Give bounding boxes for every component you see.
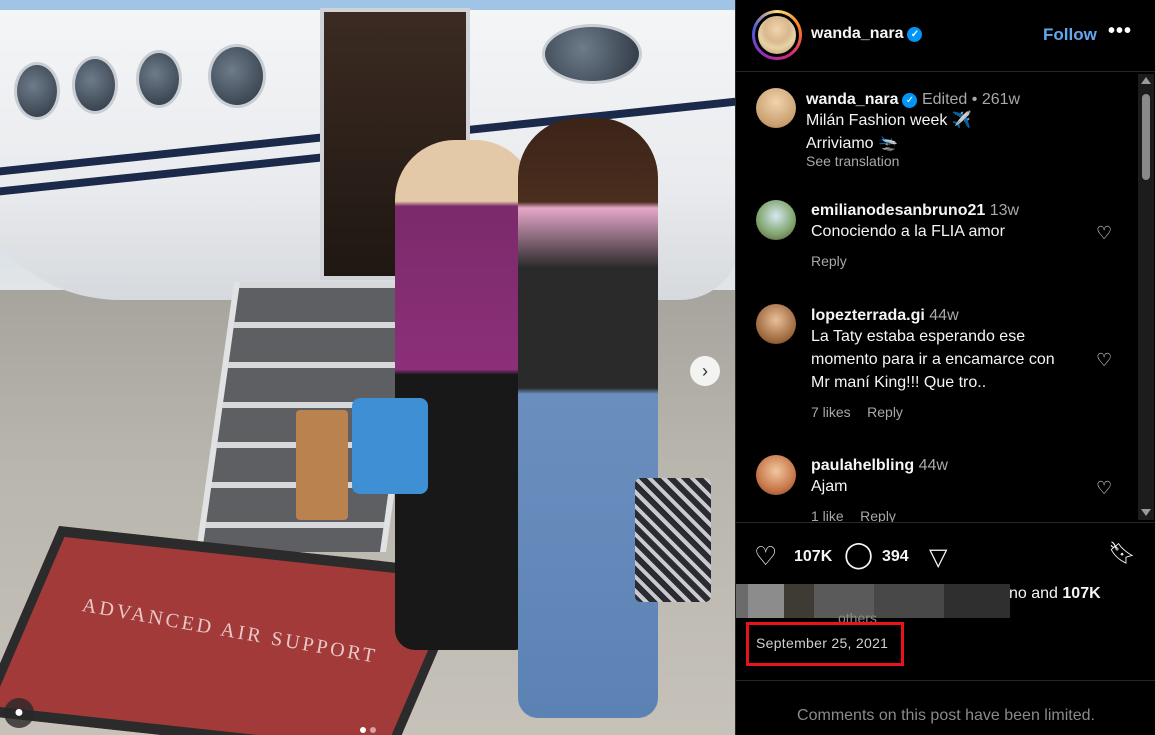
comment-text: Mr maní King!!! Que tro.. — [811, 374, 987, 391]
comment-count: 394 — [882, 548, 909, 565]
post-header: wanda_nara ✓ Follow ••• — [736, 0, 1155, 72]
comment-text: Ajam — [811, 478, 848, 495]
post-photo[interactable]: 'T ADVANCED AIR SUPPORT › ● — [0, 0, 735, 735]
caption-line: Milán Fashion week ✈️ — [806, 112, 972, 129]
jet-window — [72, 56, 118, 114]
more-options-icon[interactable]: ••• — [1108, 20, 1132, 43]
edited-label: Edited — [921, 91, 968, 108]
caption: wanda_nara ✓ Edited • 261w Milán Fashion … — [806, 91, 1020, 169]
jet-window — [542, 24, 642, 84]
scroll-up-icon[interactable] — [1141, 77, 1151, 84]
avatar[interactable] — [756, 88, 796, 128]
comments-list[interactable]: wanda_nara ✓ Edited • 261w Milán Fashion … — [736, 72, 1141, 522]
liked-by-text[interactable]: no and 107K — [1009, 585, 1101, 603]
caption-age: 261w — [981, 91, 1021, 108]
comment-text: momento para ir a encamarce con — [811, 351, 1055, 368]
comment-text: Conociendo a la FLIA amor — [811, 223, 1005, 240]
blurred-region — [784, 584, 814, 618]
post-date[interactable]: September 25, 2021 — [756, 635, 888, 651]
liked-by-suffix: no and — [1009, 585, 1058, 602]
comment-icon[interactable]: ◯ — [844, 539, 873, 570]
avatar[interactable] — [756, 455, 796, 495]
person-right — [518, 118, 658, 718]
patterned-bag — [635, 478, 711, 602]
comment: lopezterrada.gi 44w La Taty estaba esper… — [811, 307, 1055, 422]
scroll-down-icon[interactable] — [1141, 509, 1151, 516]
avatar[interactable] — [755, 13, 799, 57]
heart-icon[interactable]: ♡ — [1096, 478, 1112, 499]
comment-age: 13w — [989, 202, 1020, 219]
reply-button[interactable]: Reply — [867, 404, 903, 420]
blurred-region — [944, 584, 1010, 618]
blurred-region — [748, 584, 784, 618]
carousel-dot — [369, 727, 376, 733]
comment-username[interactable]: lopezterrada.gi — [811, 307, 925, 324]
chevron-right-icon: › — [702, 361, 708, 381]
avatar[interactable] — [756, 200, 796, 240]
jet-window — [14, 62, 60, 120]
comment-likes[interactable]: 7 likes — [811, 404, 851, 420]
next-photo-button[interactable]: › — [690, 356, 720, 386]
user-icon: ● — [14, 704, 24, 721]
avatar[interactable] — [756, 304, 796, 344]
comment: emilianodesanbruno21 13w Conociendo a la… — [811, 202, 1019, 269]
jet-window — [136, 50, 182, 108]
comments-limited-footer: Comments on this post have been limited. — [736, 680, 1155, 735]
comments-scrollbar[interactable] — [1138, 74, 1154, 520]
separator: • — [971, 91, 978, 108]
comment-footer: 7 likes Reply — [811, 404, 1055, 422]
reply-button[interactable]: Reply — [811, 253, 1019, 269]
comment: paulahelbling 44w Ajam 1 like Reply — [811, 457, 948, 522]
like-count[interactable]: 107K — [794, 548, 832, 566]
comment-age: 44w — [929, 307, 959, 324]
heart-icon[interactable]: ♡ — [1096, 350, 1112, 371]
comment-username[interactable]: emilianodesanbruno21 — [811, 202, 985, 219]
username-text[interactable]: wanda_nara — [811, 25, 903, 42]
follow-button[interactable]: Follow — [1043, 25, 1097, 45]
comments-limited-notice: Comments on this post have been limited. — [797, 707, 1095, 724]
person-left — [395, 140, 535, 650]
heart-icon[interactable]: ♡ — [754, 541, 777, 572]
jet-window — [208, 44, 266, 108]
story-ring[interactable] — [752, 10, 802, 60]
post-side-panel: wanda_nara ✓ Follow ••• wanda_nara ✓ Edite… — [735, 0, 1155, 735]
blurred-region — [874, 584, 944, 618]
heart-icon[interactable]: ♡ — [1096, 223, 1112, 244]
comment-text: La Taty estaba esperando ese — [811, 328, 1026, 345]
liked-by[interactable]: no and 107K others — [736, 580, 1155, 626]
see-translation-link[interactable]: See translation — [806, 153, 1020, 169]
blurred-region — [736, 584, 748, 618]
caption-username[interactable]: wanda_nara — [806, 91, 898, 108]
scrollbar-thumb[interactable] — [1142, 94, 1150, 180]
verified-badge-icon: ✓ — [907, 27, 923, 42]
bookmark-icon[interactable]: 🔖︎ — [1108, 540, 1136, 566]
comment-footer: 1 like Reply — [811, 508, 948, 522]
comment-username[interactable]: paulahelbling — [811, 457, 914, 474]
verified-badge-icon: ✓ — [902, 93, 918, 108]
reply-button[interactable]: Reply — [860, 508, 896, 522]
blue-bag — [352, 398, 428, 494]
caption-line: Arriviamo 🛬 — [806, 135, 898, 152]
comment-age: 44w — [918, 457, 948, 474]
liked-by-count[interactable]: 107K — [1062, 585, 1100, 602]
carousel-dots — [0, 720, 735, 735]
comment-likes[interactable]: 1 like — [811, 508, 844, 522]
share-icon[interactable]: ▽ — [929, 543, 947, 572]
straw-bag — [296, 410, 348, 520]
header-username[interactable]: wanda_nara ✓ — [811, 25, 923, 43]
carousel-dot — [359, 727, 366, 733]
